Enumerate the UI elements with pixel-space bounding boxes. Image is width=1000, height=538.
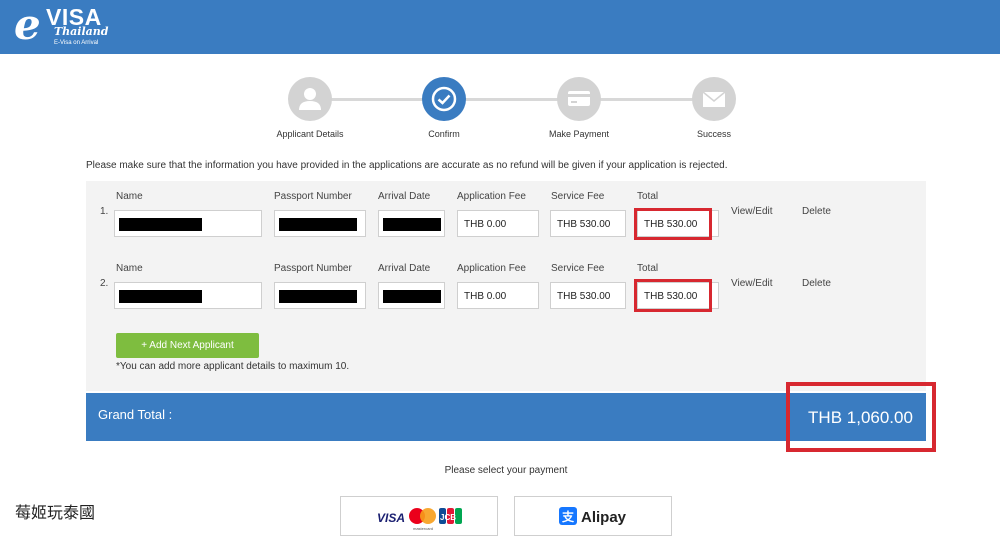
col-name: Name [116, 263, 143, 274]
visa-logo: VISA [377, 511, 405, 525]
col-arrival: Arrival Date [378, 263, 431, 274]
step-make-payment[interactable] [557, 77, 601, 121]
card-payment-option[interactable]: VISA mastercard JCB [340, 496, 498, 536]
step-confirm[interactable] [422, 77, 466, 121]
col-total: Total [637, 263, 659, 274]
name-field[interactable] [114, 282, 262, 309]
view-edit-link[interactable]: View/Edit [731, 278, 773, 289]
redaction [279, 218, 357, 231]
delete-link[interactable]: Delete [802, 278, 831, 289]
row-number: 2. [100, 278, 109, 289]
step-label-make-payment: Make Payment [548, 129, 610, 139]
application-fee-field[interactable]: THB 0.00 [457, 282, 539, 309]
col-app-fee: Application Fee [457, 263, 526, 274]
col-arrival: Arrival Date [378, 191, 431, 202]
step-applicant-details[interactable] [288, 77, 332, 121]
arrival-date-field[interactable] [378, 210, 445, 237]
logo-thailand: Thailand [54, 25, 109, 38]
alipay-payment-option[interactable]: 支 Alipay [514, 496, 672, 536]
evisa-logo[interactable]: e VISA Thailand E-Visa on Arrival [14, 0, 124, 50]
total-highlight [634, 208, 712, 240]
redaction [383, 218, 441, 231]
envelope-icon [702, 91, 726, 107]
mastercard-text: mastercard [413, 526, 433, 531]
name-field[interactable] [114, 210, 262, 237]
check-circle-icon [431, 86, 457, 112]
credit-card-icon [568, 91, 590, 106]
grand-total-label: Grand Total : [98, 407, 173, 422]
total-highlight [634, 279, 712, 312]
redaction [383, 290, 441, 303]
add-next-applicant-button[interactable]: + Add Next Applicant [116, 333, 259, 358]
service-fee-field[interactable]: THB 530.00 [550, 210, 626, 237]
mastercard-icon: mastercard [409, 508, 436, 531]
step-label-success: Success [696, 129, 731, 139]
col-service-fee: Service Fee [551, 263, 605, 274]
col-service-fee: Service Fee [551, 191, 605, 202]
service-fee-value: THB 530.00 [557, 219, 611, 230]
application-fee-value: THB 0.00 [464, 219, 507, 230]
watermark-caption: 莓姬玩泰國 [15, 503, 96, 522]
service-fee-value: THB 530.00 [557, 291, 611, 302]
step-label-applicant-details: Applicant Details [276, 129, 344, 139]
alipay-text: Alipay [581, 509, 627, 526]
redaction [119, 290, 202, 303]
col-name: Name [116, 191, 143, 202]
application-fee-field[interactable]: THB 0.00 [457, 210, 539, 237]
top-bar: e VISA Thailand E-Visa on Arrival [0, 0, 1000, 54]
logo-subtitle: E-Visa on Arrival [54, 40, 99, 46]
row-number: 1. [100, 206, 109, 217]
user-icon [299, 88, 321, 110]
stepper-line [310, 98, 720, 101]
step-label-confirm: Confirm [428, 129, 460, 139]
grand-total-highlight [786, 382, 936, 452]
col-app-fee: Application Fee [457, 191, 526, 202]
accuracy-notice: Please make sure that the information yo… [86, 160, 728, 171]
card-logos: VISA mastercard JCB [377, 508, 462, 531]
svg-text:支: 支 [561, 509, 575, 524]
passport-field[interactable] [274, 282, 366, 309]
delete-link[interactable]: Delete [802, 206, 831, 217]
view-edit-link[interactable]: View/Edit [731, 206, 773, 217]
jcb-logo: JCB [439, 508, 462, 524]
passport-field[interactable] [274, 210, 366, 237]
col-passport: Passport Number [274, 263, 352, 274]
col-total: Total [637, 191, 659, 202]
add-applicant-note: *You can add more applicant details to m… [116, 361, 350, 372]
redaction [119, 218, 202, 231]
arrival-date-field[interactable] [378, 282, 445, 309]
logo-e: e [14, 0, 41, 49]
application-fee-value: THB 0.00 [464, 291, 507, 302]
redaction [279, 290, 357, 303]
step-success[interactable] [692, 77, 736, 121]
service-fee-field[interactable]: THB 530.00 [550, 282, 626, 309]
alipay-logo: 支 Alipay [559, 507, 627, 526]
payment-prompt: Please select your payment [444, 465, 568, 476]
col-passport: Passport Number [274, 191, 352, 202]
alipay-icon: 支 [559, 507, 577, 525]
jcb-text: JCB [440, 513, 456, 522]
